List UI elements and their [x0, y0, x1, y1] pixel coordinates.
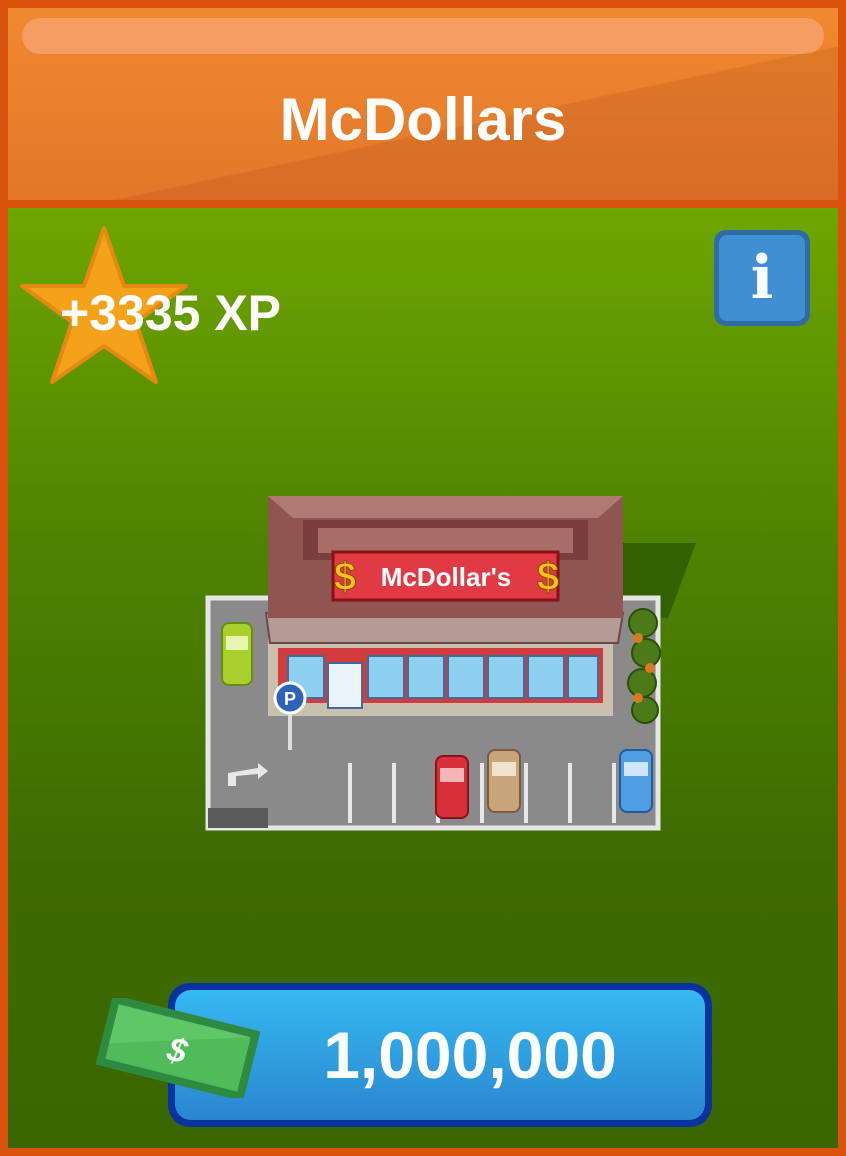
card-title: McDollars [279, 86, 567, 153]
svg-text:$: $ [334, 555, 356, 599]
xp-reward-label: +3335 XP [60, 285, 282, 341]
svg-text:$: $ [537, 555, 559, 599]
info-icon: i [719, 235, 805, 321]
price-label: 1,000,000 [323, 1018, 617, 1092]
header-shine [22, 18, 824, 54]
card-body: +3335 XP i P $ $ McDollar's 1,000,000 $ [8, 208, 838, 1148]
restaurant-building-image: P $ $ McDollar's [205, 496, 696, 831]
cash-bill-icon: $ [95, 998, 261, 1098]
card-header: McDollars [8, 8, 838, 200]
building-card: McDollars +3335 XP i P $ $ McDollar's 1,… [0, 0, 846, 1156]
restaurant-sign-text: McDollar's [381, 562, 511, 592]
header-divider [8, 200, 838, 208]
info-button[interactable]: i [714, 230, 810, 326]
svg-text:P: P [284, 689, 296, 709]
